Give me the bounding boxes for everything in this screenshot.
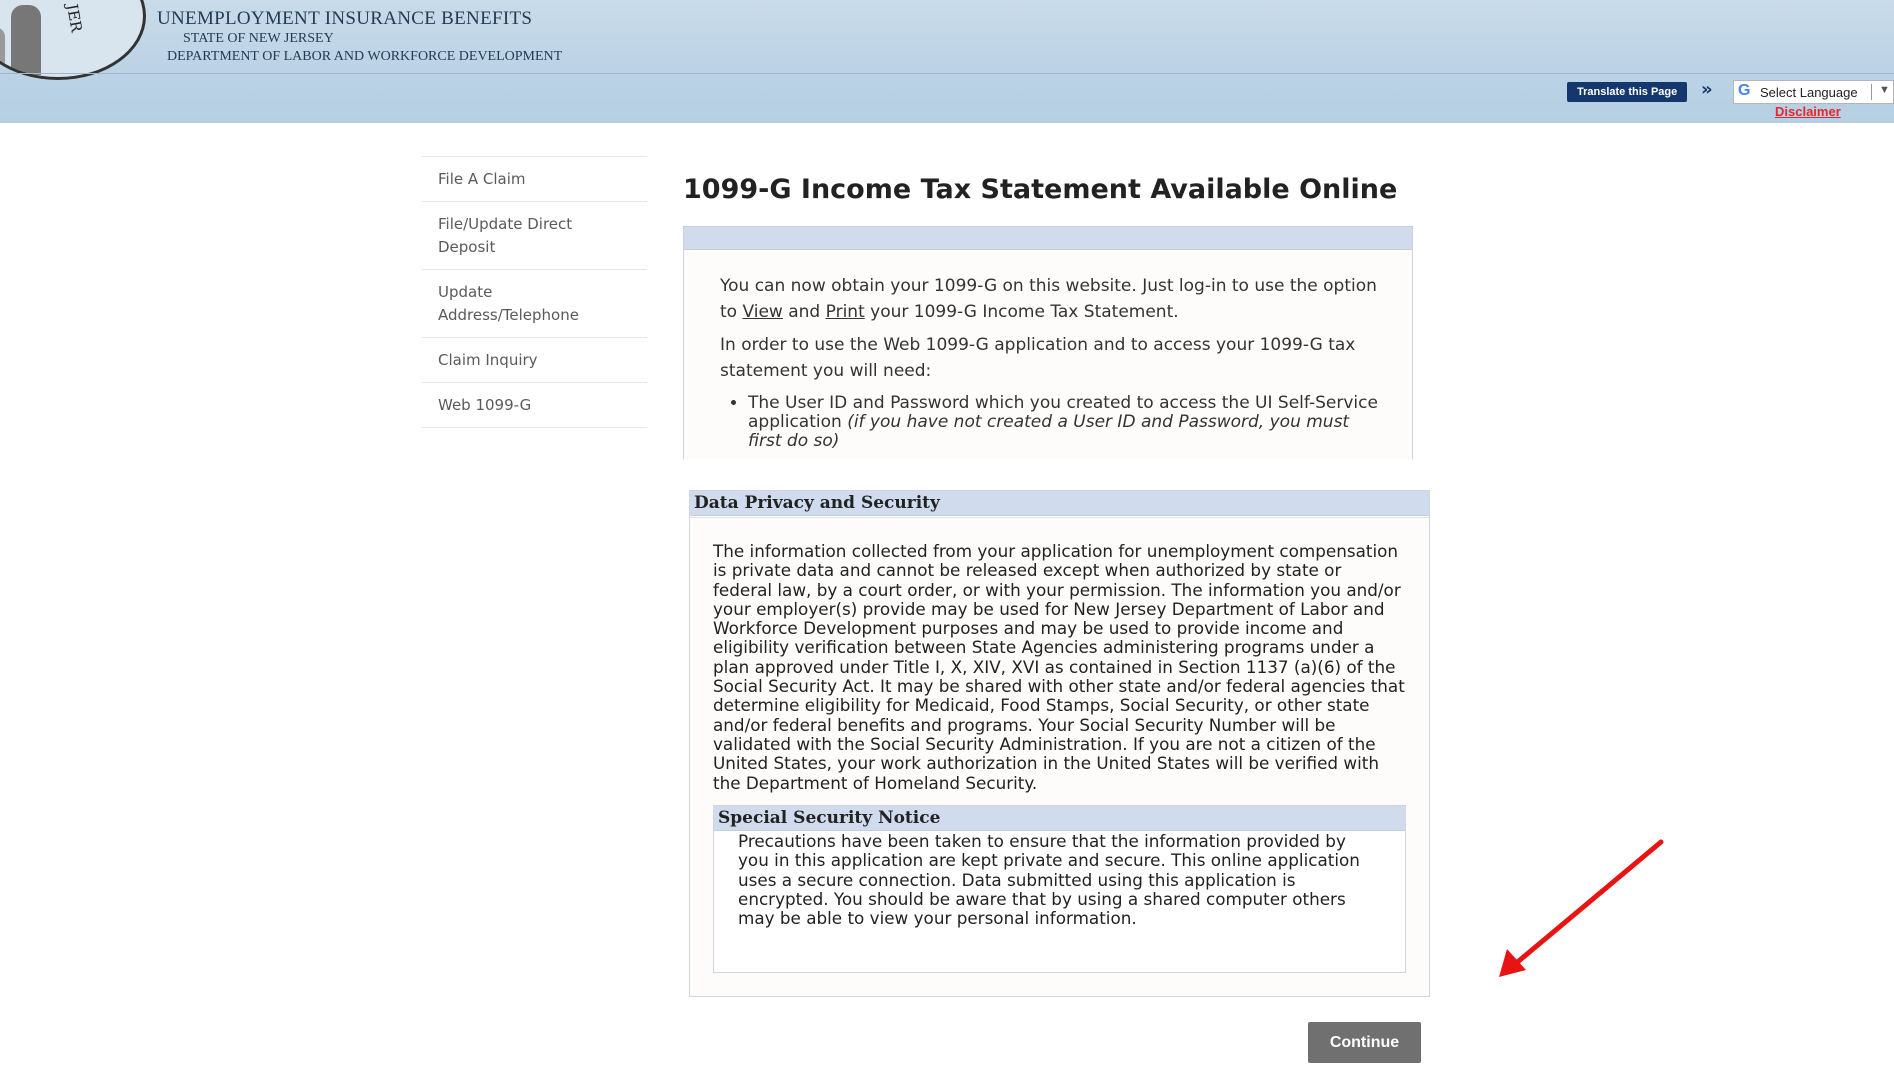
requirements-paragraph: In order to use the Web 1099-G applicati… (720, 335, 1356, 381)
google-g-icon: G (1738, 82, 1751, 99)
requirements-list: The User ID and Password which you creat… (720, 394, 1380, 451)
intro-paragraph: You can now obtain your 1099-G on this w… (720, 276, 1377, 322)
language-select-label: Select Language (1760, 85, 1858, 100)
sidebar-item-claim-inquiry[interactable]: Claim Inquiry (422, 338, 647, 383)
security-notice-text: Precautions have been taken to ensure th… (738, 831, 1360, 929)
header-divider (0, 73, 1894, 74)
info-box-header (684, 227, 1412, 250)
view-link[interactable]: View (742, 302, 782, 322)
header-department: DEPARTMENT OF LABOR AND WORKFORCE DEVELO… (167, 49, 563, 64)
security-notice-heading: Special Security Notice (714, 806, 1405, 831)
site-header: NEW JER UNEMPLOYMENT INSURANCE BENEFITS … (0, 0, 1894, 123)
page-title: 1099-G Income Tax Statement Available On… (683, 174, 1398, 205)
info-box-body: You can now obtain your 1099-G on this w… (684, 250, 1412, 451)
list-item: The User ID and Password which you creat… (748, 394, 1380, 451)
info-box: You can now obtain your 1099-G on this w… (683, 226, 1413, 459)
disclaimer-link[interactable]: Disclaimer (1775, 104, 1841, 119)
language-select[interactable]: G Select Language ▼ (1733, 80, 1894, 104)
privacy-text: The information collected from your appl… (713, 541, 1405, 793)
translate-arrows-icon: » (1701, 79, 1713, 100)
privacy-heading: Data Privacy and Security (690, 491, 1429, 516)
sidebar-nav: File A Claim File/Update Direct Deposit … (422, 156, 647, 428)
sidebar-item-file-a-claim[interactable]: File A Claim (422, 157, 647, 202)
state-seal-logo: NEW JER (0, 0, 146, 80)
header-state: STATE OF NEW JERSEY (183, 31, 334, 46)
continue-button[interactable]: Continue (1308, 1022, 1421, 1063)
security-notice-box: Special Security Notice Precautions have… (713, 805, 1406, 973)
header-title: UNEMPLOYMENT INSURANCE BENEFITS (157, 8, 533, 29)
select-divider (1871, 84, 1872, 100)
sidebar-item-direct-deposit[interactable]: File/Update Direct Deposit (422, 202, 647, 270)
print-link[interactable]: Print (826, 302, 865, 322)
sidebar-item-update-address[interactable]: Update Address/Telephone (422, 270, 647, 338)
seal-text: NEW JER (55, 0, 85, 34)
translate-page-button[interactable]: Translate this Page (1567, 82, 1688, 102)
chevron-down-icon: ▼ (1879, 84, 1890, 96)
sidebar-item-web-1099g[interactable]: Web 1099-G (422, 383, 647, 428)
